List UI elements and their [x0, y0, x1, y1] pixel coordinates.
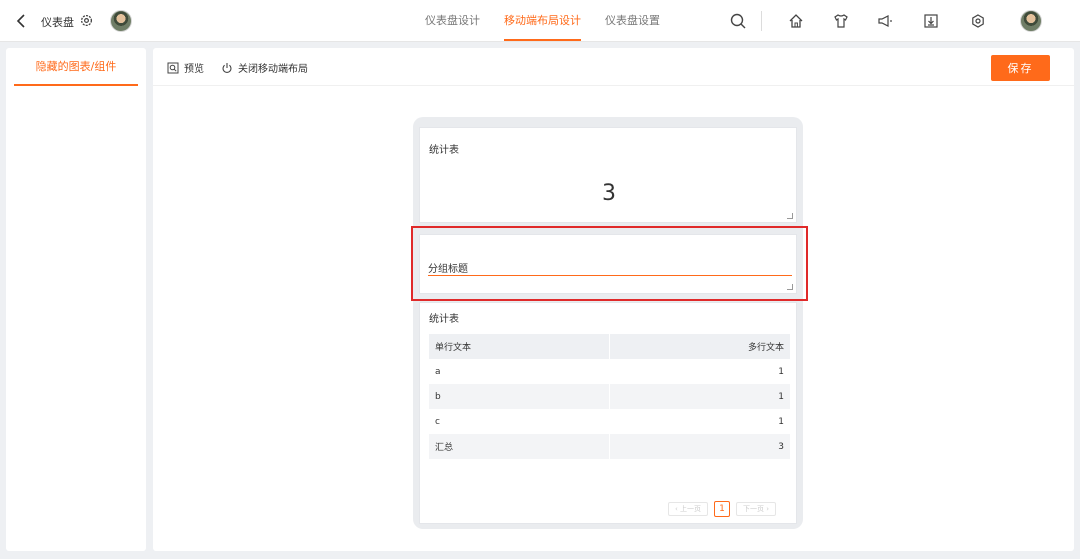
tab-mobile-layout[interactable]: 移动端布局设计	[492, 0, 593, 42]
save-button[interactable]: 保存	[991, 55, 1050, 81]
table-row: 汇总 3	[429, 434, 790, 459]
table-cell: b	[429, 384, 610, 409]
table-cell: 1	[609, 384, 790, 409]
power-icon	[222, 62, 232, 73]
table-row: c 1	[429, 409, 790, 434]
table-row: b 1	[429, 384, 790, 409]
close-mobile-layout-button[interactable]: 关闭移动端布局	[221, 60, 308, 75]
preview-button[interactable]: 预览	[167, 60, 204, 75]
group-title-card[interactable]	[419, 234, 797, 294]
resize-handle[interactable]	[787, 284, 793, 290]
avatar[interactable]	[110, 10, 132, 32]
column-header: 单行文本	[429, 334, 610, 359]
current-page[interactable]: 1	[714, 501, 730, 517]
download-icon[interactable]	[922, 12, 940, 30]
tab-bar: 仪表盘设计 移动端布局设计 仪表盘设置	[413, 0, 672, 42]
next-page-button[interactable]: 下一页 ›	[736, 502, 776, 516]
user-avatar[interactable]	[1020, 10, 1042, 32]
table-cell: 汇总	[429, 434, 610, 459]
megaphone-icon[interactable]	[876, 12, 894, 30]
mobile-canvas: 统计表 3 统计表 单行文本 多行文本 a 1 b	[413, 117, 803, 529]
table-cell: a	[429, 359, 610, 384]
left-panel: 隐藏的图表/组件	[6, 48, 146, 551]
search-icon[interactable]	[729, 12, 747, 30]
tab-hidden-charts[interactable]: 隐藏的图表/组件	[14, 48, 138, 86]
preview-icon	[167, 62, 179, 73]
table-cell: 3	[609, 434, 790, 459]
stat-card-number[interactable]: 统计表 3	[419, 127, 797, 223]
stat-card-table[interactable]: 统计表 单行文本 多行文本 a 1 b 1 c 1 汇总 3 ‹ 上一页 1 下…	[419, 302, 797, 524]
table-cell: 1	[609, 359, 790, 384]
column-header: 多行文本	[609, 334, 790, 359]
stat-table: 单行文本 多行文本 a 1 b 1 c 1 汇总 3	[429, 334, 790, 459]
main-panel: 预览 关闭移动端布局 保存 统计表 3 统计表 单行	[153, 48, 1074, 551]
back-icon[interactable]	[12, 12, 30, 30]
resize-handle[interactable]	[787, 213, 793, 219]
card-title: 统计表	[429, 145, 459, 156]
table-cell: 1	[609, 409, 790, 434]
settings-hex-icon[interactable]	[969, 12, 987, 30]
prev-page-button[interactable]: ‹ 上一页	[668, 502, 708, 516]
table-row: a 1	[429, 359, 790, 384]
tab-dashboard-settings[interactable]: 仪表盘设置	[593, 0, 672, 42]
home-icon[interactable]	[787, 12, 805, 30]
group-title-input[interactable]	[428, 260, 792, 276]
shirt-icon[interactable]	[832, 12, 850, 30]
stat-value: 3	[602, 181, 616, 206]
divider	[761, 11, 762, 31]
pagination: ‹ 上一页 1 下一页 ›	[668, 501, 776, 517]
close-mobile-label: 关闭移动端布局	[238, 64, 308, 75]
table-cell: c	[429, 409, 610, 434]
gear-icon[interactable]	[79, 13, 94, 28]
top-bar: 仪表盘 仪表盘设计 移动端布局设计 仪表盘设置	[0, 0, 1080, 42]
toolbar: 预览 关闭移动端布局 保存	[153, 48, 1074, 86]
tab-dashboard-design[interactable]: 仪表盘设计	[413, 0, 492, 42]
card-title: 统计表	[429, 314, 459, 325]
preview-label: 预览	[184, 64, 204, 75]
app-title: 仪表盘	[41, 16, 74, 29]
table-header-row: 单行文本 多行文本	[429, 334, 790, 359]
